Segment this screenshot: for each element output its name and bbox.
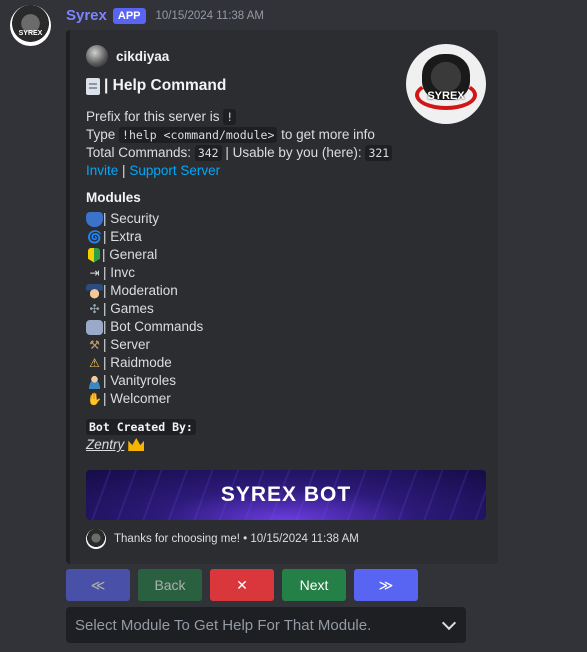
arrow-icon: ⇥ xyxy=(89,266,100,280)
modules-heading: Modules xyxy=(86,190,141,205)
module-general: | General xyxy=(86,246,203,264)
embed-author: cikdiyaa xyxy=(86,45,169,67)
message-timestamp: 10/15/2024 11:38 AM xyxy=(155,9,265,22)
module-select[interactable]: Select Module To Get Help For That Modul… xyxy=(66,607,466,643)
bot-username[interactable]: Syrex xyxy=(66,7,107,24)
document-icon xyxy=(86,77,100,95)
embed-banner-image[interactable]: SYREX BOT xyxy=(86,470,486,520)
bot-avatar[interactable]: SYREX xyxy=(10,5,51,46)
created-by-label: Bot Created By: xyxy=(86,418,196,435)
first-page-button[interactable]: ≪ xyxy=(66,569,130,601)
back-button[interactable]: Back xyxy=(138,569,202,601)
module-bot-commands: | Bot Commands xyxy=(86,318,203,336)
police-icon xyxy=(86,283,103,299)
game-icon: ✣ xyxy=(89,302,100,316)
help-usage-code: !help <command/module> xyxy=(119,127,278,143)
author-avatar xyxy=(86,45,108,67)
tools-icon: ⚒ xyxy=(89,338,100,352)
module-raidmode: ⚠ | Raidmode xyxy=(86,354,203,372)
module-extra: 🌀 | Extra xyxy=(87,229,142,244)
module-welcomer: ✋ | Welcomer xyxy=(87,391,171,406)
embed-title: | Help Command xyxy=(86,77,226,95)
robot-icon xyxy=(86,319,103,335)
person-icon xyxy=(86,373,103,389)
crown-icon xyxy=(128,438,145,451)
modules-list: | Security 🌀 | Extra | General ⇥ | Invc | … xyxy=(86,210,203,408)
select-placeholder: Select Module To Get Help For That Modul… xyxy=(75,616,372,634)
cyclone-icon: 🌀 xyxy=(87,230,102,244)
embed-description: Prefix for this server is ! Type !help <… xyxy=(86,108,393,180)
warning-icon: ⚠ xyxy=(89,356,100,370)
help-embed: cikdiyaa SYREX | Help Command Prefix for… xyxy=(66,30,498,564)
usable-commands-count: 321 xyxy=(365,145,393,161)
module-vanityroles: | Vanityroles xyxy=(86,372,203,390)
chevron-down-icon xyxy=(441,615,457,631)
next-button[interactable]: Next xyxy=(282,569,346,601)
app-badge: APP xyxy=(112,7,146,24)
last-page-button[interactable]: ≫ xyxy=(354,569,418,601)
module-security: | Security xyxy=(86,210,203,228)
module-games: ✣ | Games xyxy=(86,300,203,318)
prefix-code: ! xyxy=(223,109,237,125)
stop-button[interactable]: ✕ xyxy=(210,569,274,601)
support-server-link[interactable]: Support Server xyxy=(129,163,220,178)
module-invc: ⇥ | Invc xyxy=(86,264,203,282)
wave-icon: ✋ xyxy=(87,392,102,406)
footer-avatar xyxy=(86,529,106,549)
module-server: ⚒ | Server xyxy=(86,336,203,354)
invite-link[interactable]: Invite xyxy=(86,163,118,178)
shield-icon xyxy=(86,211,103,227)
creator-name[interactable]: Zentry xyxy=(86,437,124,452)
total-commands-count: 342 xyxy=(194,145,222,161)
embed-footer: Thanks for choosing me! • 10/15/2024 11:… xyxy=(86,529,359,549)
author-name: cikdiyaa xyxy=(116,48,170,64)
embed-thumbnail[interactable]: SYREX xyxy=(406,44,486,124)
creator: Zentry xyxy=(86,437,145,452)
beginner-icon xyxy=(88,247,100,263)
module-moderation: | Moderation xyxy=(86,282,203,300)
message-header: Syrex APP 10/15/2024 11:38 AM xyxy=(66,7,264,24)
